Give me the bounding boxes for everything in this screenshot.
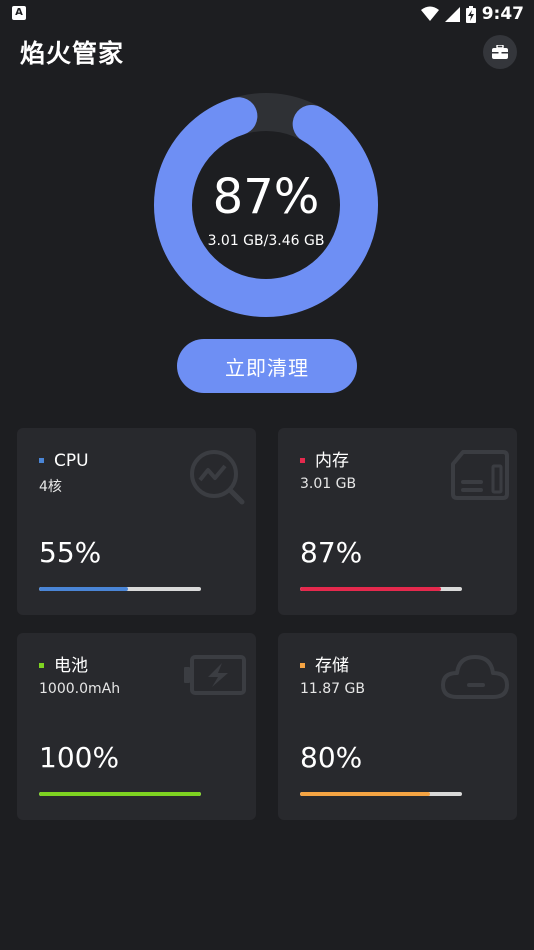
card-progress-bar	[300, 587, 462, 591]
card-percent: 55%	[39, 536, 102, 569]
card-percent: 100%	[39, 741, 120, 774]
card-dot	[300, 458, 305, 463]
chart-search-icon	[190, 450, 245, 505]
card-progress-fill	[300, 587, 441, 591]
status-bar: A 9:47	[0, 0, 534, 28]
gauge-detail: 3.01 GB/3.46 GB	[207, 233, 325, 249]
card-percent: 80%	[300, 741, 363, 774]
card-title: 电池	[54, 656, 88, 676]
storage-card[interactable]: 存储 11.87 GB 80%	[278, 633, 517, 820]
clean-now-button[interactable]: 立即清理	[177, 339, 357, 393]
card-dot	[39, 458, 44, 463]
card-progress-fill	[39, 792, 201, 796]
card-title: 存储	[315, 656, 349, 676]
status-right-group: 9:47	[420, 4, 524, 24]
gauge-percent: 87%	[212, 169, 320, 225]
signal-icon	[444, 6, 460, 22]
card-progress-bar	[39, 587, 201, 591]
card-title: 内存	[315, 451, 349, 471]
memory-gauge: 87% 3.01 GB/3.46 GB	[151, 90, 381, 320]
card-dot	[39, 663, 44, 668]
card-percent: 87%	[300, 536, 363, 569]
card-subtitle: 3.01 GB	[300, 476, 357, 492]
status-time: 9:47	[481, 4, 524, 24]
card-subtitle: 1000.0mAh	[39, 681, 121, 697]
card-subtitle: 4核	[39, 479, 62, 495]
memory-card-icon	[451, 450, 509, 500]
memory-card[interactable]: 内存 3.01 GB 87%	[278, 428, 517, 615]
card-progress-fill	[300, 792, 430, 796]
card-progress-bar	[300, 792, 462, 796]
cloud-icon	[441, 655, 509, 699]
cpu-card[interactable]: CPU 4核 55%	[17, 428, 256, 615]
card-progress-fill	[39, 587, 129, 591]
card-dot	[300, 663, 305, 668]
notification-icon: A	[12, 6, 26, 20]
card-title: CPU	[54, 451, 89, 471]
card-progress-bar	[39, 792, 201, 796]
card-subtitle: 11.87 GB	[300, 681, 365, 697]
wifi-icon	[420, 6, 439, 21]
battery-charging-status-icon	[465, 5, 476, 23]
battery-card[interactable]: 电池 1000.0mAh 100%	[17, 633, 256, 820]
toolbox-button[interactable]	[483, 35, 517, 69]
briefcase-icon	[492, 45, 508, 59]
battery-charging-icon	[184, 655, 246, 695]
app-title: 焰火管家	[20, 39, 125, 68]
